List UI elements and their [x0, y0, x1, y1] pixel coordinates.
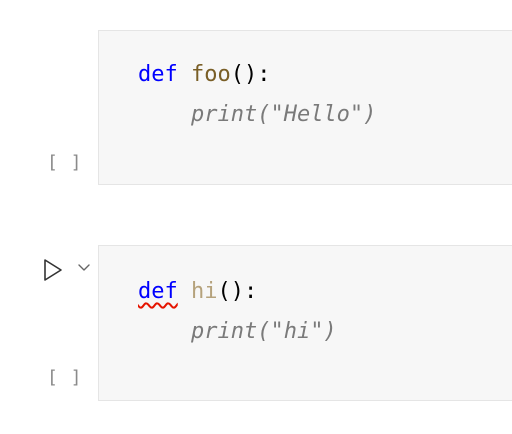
print-call: print("hi")	[190, 319, 337, 344]
run-cell-icon[interactable]	[42, 258, 64, 282]
cell-editor[interactable]: def hi(): print("hi")	[98, 245, 512, 401]
function-name: hi	[191, 279, 218, 304]
execution-count: [ ]	[47, 367, 83, 388]
chevron-down-icon[interactable]	[77, 262, 91, 274]
code-line-1: def hi():	[138, 278, 257, 306]
notebook-page: def foo(): print("Hello") [ ] def hi(): …	[0, 0, 512, 434]
code-cell-2: def hi(): print("hi") [ ]	[0, 0, 512, 434]
code-line-2: print("hi")	[138, 318, 337, 346]
keyword-def: def	[138, 279, 178, 304]
parens: ()	[217, 279, 245, 304]
colon: :	[244, 279, 258, 304]
